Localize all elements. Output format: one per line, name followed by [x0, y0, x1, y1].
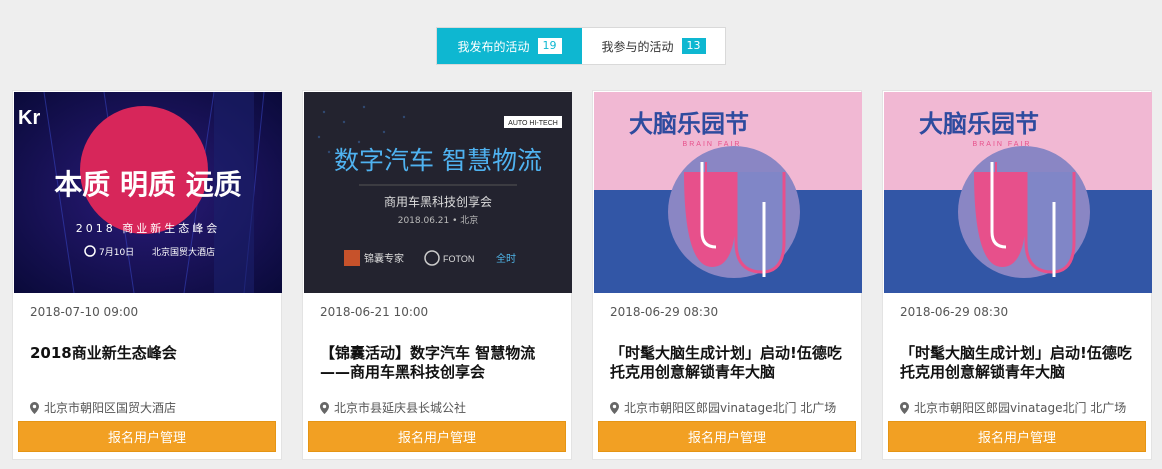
- event-location: 北京市朝阳区郎园vinatage北门 北广场: [900, 399, 1126, 416]
- cover-logo-1: 锦囊专家: [364, 252, 404, 265]
- event-cover-image[interactable]: AUTO HI-TECH 数字汽车 智慧物流 商用车黑科技创享会 2018.06…: [304, 92, 572, 293]
- event-title[interactable]: 「时髦大脑生成计划」启动!伍德吃托克用创意解锁青年大脑: [610, 344, 850, 382]
- event-location: 北京市朝阳区郎园vinatage北门 北广场: [610, 399, 836, 416]
- tab-label: 我参与的活动: [601, 39, 674, 54]
- cover-brand: AUTO HI-TECH: [508, 120, 558, 127]
- event-card[interactable]: 大脑乐园节 BRAIN FAIR 2018-06-29 08:30 「时髦大脑生…: [592, 90, 862, 460]
- location-pin-icon: [610, 401, 619, 414]
- cover-headline: 大脑乐园节: [629, 110, 749, 138]
- cover-subtitle: 商用车黑科技创享会: [384, 194, 492, 209]
- event-location-text: 北京市朝阳区国贸大酒店: [44, 401, 177, 415]
- event-date: 2018-06-29 08:30: [900, 305, 1009, 319]
- cover-headline: 本质 明质 远质: [54, 168, 242, 201]
- tab-count-badge: 13: [681, 38, 706, 54]
- event-card[interactable]: Kr 本质 明质 远质 2018 商业新生态峰会 7月10日 北京国贸大酒店 2…: [12, 90, 282, 460]
- registration-management-button[interactable]: 报名用户管理: [18, 421, 276, 452]
- cover-info-date: 7月10日: [99, 247, 134, 258]
- location-pin-icon: [30, 401, 39, 414]
- event-location: 北京市县延庆县长城公社: [320, 399, 466, 416]
- event-card[interactable]: AUTO HI-TECH 数字汽车 智慧物流 商用车黑科技创享会 2018.06…: [302, 90, 572, 460]
- location-pin-icon: [900, 401, 909, 414]
- event-location-text: 北京市县延庆县长城公社: [334, 401, 467, 415]
- event-cover-image[interactable]: 大脑乐园节 BRAIN FAIR: [594, 92, 862, 293]
- registration-management-button[interactable]: 报名用户管理: [598, 421, 856, 452]
- registration-management-button[interactable]: 报名用户管理: [888, 421, 1146, 452]
- event-cover-image[interactable]: Kr 本质 明质 远质 2018 商业新生态峰会 7月10日 北京国贸大酒店: [14, 92, 282, 293]
- cover-badge: Kr: [18, 107, 40, 129]
- location-pin-icon: [320, 401, 329, 414]
- cover-subtitle: 2018 商业新生态峰会: [76, 221, 221, 235]
- tab-my-published[interactable]: 我发布的活动 19: [437, 28, 582, 64]
- event-title[interactable]: 2018商业新生态峰会: [30, 344, 270, 363]
- activity-tabs: 我发布的活动 19 我参与的活动 13: [436, 27, 726, 65]
- cover-logo-3: 全时: [496, 252, 516, 265]
- tab-count-badge: 19: [537, 38, 562, 54]
- cover-info-date: 2018.06.21 • 北京: [398, 214, 479, 226]
- event-date: 2018-06-29 08:30: [610, 305, 719, 319]
- event-cover-image[interactable]: 大脑乐园节 BRAIN FAIR: [884, 92, 1152, 293]
- event-date: 2018-06-21 10:00: [320, 305, 429, 319]
- cover-info-venue: 北京国贸大酒店: [152, 246, 215, 258]
- cover-headline: 数字汽车 智慧物流: [334, 146, 542, 175]
- event-location: 北京市朝阳区国贸大酒店: [30, 399, 176, 416]
- event-card[interactable]: 大脑乐园节 BRAIN FAIR 2018-06-29 08:30 「时髦大脑生…: [882, 90, 1152, 460]
- tab-my-joined[interactable]: 我参与的活动 13: [582, 28, 725, 64]
- cover-headline: 大脑乐园节: [919, 110, 1039, 138]
- tab-label: 我发布的活动: [457, 39, 530, 54]
- event-date: 2018-07-10 09:00: [30, 305, 139, 319]
- cover-subtitle: BRAIN FAIR: [973, 141, 1032, 148]
- event-location-text: 北京市朝阳区郎园vinatage北门 北广场: [914, 401, 1127, 415]
- cover-logo-2: FOTON: [443, 254, 474, 264]
- event-title[interactable]: 【锦囊活动】数字汽车 智慧物流——商用车黑科技创享会: [320, 344, 560, 382]
- event-title[interactable]: 「时髦大脑生成计划」启动!伍德吃托克用创意解锁青年大脑: [900, 344, 1140, 382]
- cover-subtitle: BRAIN FAIR: [683, 141, 742, 148]
- registration-management-button[interactable]: 报名用户管理: [308, 421, 566, 452]
- event-location-text: 北京市朝阳区郎园vinatage北门 北广场: [624, 401, 837, 415]
